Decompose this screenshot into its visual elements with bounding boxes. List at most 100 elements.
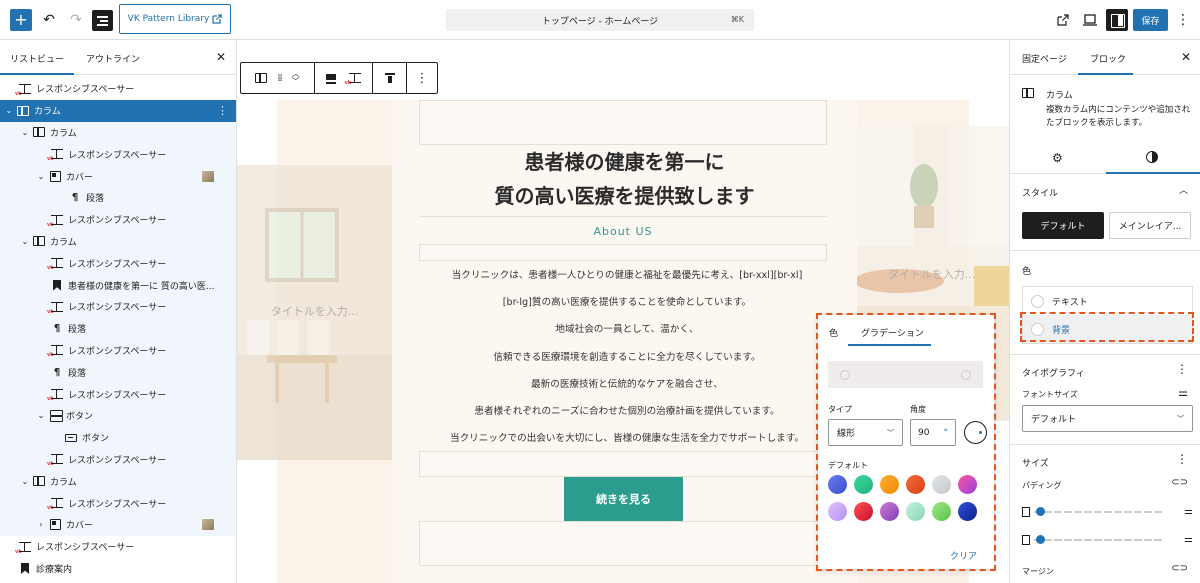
chevron-up-icon[interactable]: ︿	[1179, 183, 1188, 196]
tree-item[interactable]: 患者様の健康を第一に 質の高い医...	[0, 274, 236, 296]
tree-item-label: 診療案内	[36, 564, 73, 575]
list-view-toggle[interactable]	[92, 10, 113, 31]
tree-item[interactable]: vk レスポンシブスペーサー	[0, 383, 236, 405]
more-options-icon[interactable]: ⋮	[1175, 8, 1191, 32]
read-more-button[interactable]: 続きを見る	[564, 477, 683, 521]
tree-item[interactable]: vk レスポンシブスペーサー	[0, 78, 236, 100]
tree-item-label: ボタン	[82, 434, 110, 445]
size-section-title: サイズ	[1022, 459, 1049, 469]
tree-item[interactable]: vk レスポンシブスペーサー	[0, 536, 236, 558]
tab-block[interactable]: ブロック	[1090, 52, 1126, 65]
tab-outline[interactable]: アウトライン	[86, 52, 140, 65]
link-icon[interactable]: ⊂⊃	[1171, 477, 1188, 488]
tree-item[interactable]: vk レスポンシブスペーサー	[0, 492, 236, 514]
about-us-text[interactable]: About US	[419, 225, 827, 238]
slider-thumb[interactable]	[1036, 535, 1045, 544]
vertical-align-icon[interactable]	[325, 74, 336, 82]
tree-item[interactable]: vk レスポンシブスペーサー	[0, 143, 236, 166]
tree-item[interactable]: ⌄ カバー	[0, 165, 236, 187]
style-main-layout-button[interactable]: メインレイア...	[1109, 212, 1191, 239]
redo-icon[interactable]: ↷	[67, 8, 85, 32]
undo-icon[interactable]: ↶	[40, 8, 58, 32]
expand-chevron-icon[interactable]: ⌄	[4, 106, 14, 115]
add-block-button[interactable]: +	[10, 9, 32, 31]
body-text-line: 地域社会の一員として、温かく、	[555, 324, 699, 336]
expand-chevron-icon[interactable]: ⌄	[36, 411, 46, 420]
tree-item[interactable]: vk レスポンシブスペーサー	[0, 296, 236, 318]
style-default-button[interactable]: デフォルト	[1022, 212, 1104, 239]
typography-options-icon[interactable]: ⋮	[1176, 362, 1188, 376]
align-top-icon[interactable]	[384, 73, 395, 83]
button-icon	[64, 432, 78, 444]
expand-chevron-icon[interactable]: ⌄	[20, 128, 30, 137]
size-options-icon[interactable]: ⋮	[1176, 452, 1188, 466]
padding-bottom-slider[interactable]: ⚌	[1022, 534, 1193, 546]
spacer-block-bottom[interactable]	[419, 521, 827, 566]
vk-pattern-library-button[interactable]: VK Pattern Library	[119, 4, 231, 34]
tree-item[interactable]: ⌄ カラム ⋮	[0, 99, 236, 122]
move-up-down-icon[interactable]: ︿ ﹀	[292, 70, 300, 86]
color-text-item[interactable]: テキスト	[1023, 287, 1192, 315]
tree-item[interactable]: ⌄ カラム	[0, 121, 236, 144]
tree-item[interactable]: ¶ 段落	[0, 187, 236, 209]
spacer-block-top[interactable]	[419, 100, 827, 145]
preview-device-icon[interactable]	[1080, 8, 1100, 32]
tree-item-label: ボタン	[66, 412, 94, 423]
close-icon[interactable]: ✕	[216, 50, 226, 64]
font-size-select[interactable]: デフォルト ﹀	[1022, 405, 1193, 432]
spacer-icon: vk	[47, 453, 64, 467]
document-title-bar[interactable]: トップページ - ホームページ ⌘K	[446, 9, 754, 31]
tree-item[interactable]: ⌄ ボタン	[0, 405, 236, 427]
expand-chevron-icon[interactable]: ›	[36, 520, 46, 529]
save-button[interactable]: 保存	[1133, 9, 1168, 31]
gear-icon[interactable]: ⚙	[1052, 151, 1063, 165]
color-text-label: テキスト	[1052, 297, 1088, 308]
tree-item[interactable]: ⌄ カラム	[0, 230, 236, 253]
padding-top-slider[interactable]: ⚌	[1022, 506, 1193, 518]
view-page-icon[interactable]	[1054, 8, 1072, 32]
spacer-block-middle[interactable]	[419, 244, 827, 261]
custom-value-icon[interactable]: ⚌	[1184, 506, 1193, 517]
tab-page[interactable]: 固定ページ	[1022, 52, 1067, 65]
tab-list-view[interactable]: リストビュー	[10, 52, 64, 65]
tree-item[interactable]: ¶ 段落	[0, 361, 236, 384]
document-title: トップページ - ホームページ	[541, 16, 659, 27]
drag-handle-icon[interactable]: ⁞⁞	[277, 73, 282, 84]
item-options-icon[interactable]: ⋮	[217, 104, 228, 117]
hero-heading[interactable]: 患者様の健康を第一に 質の高い医療を提供致します	[397, 145, 852, 213]
tree-item[interactable]: ⌄ カラム	[0, 470, 236, 493]
tree-item[interactable]: › カバー	[0, 514, 236, 536]
link-icon[interactable]: ⊂⊃	[1171, 563, 1188, 574]
cover-title-placeholder-right[interactable]: タイトルを入力...	[854, 266, 1009, 282]
styles-icon[interactable]	[1146, 151, 1158, 163]
cover-image-left[interactable]: タイトルを入力...	[237, 165, 392, 460]
tree-item[interactable]: vk レスポンシブスペーサー	[0, 252, 236, 275]
settings-tabs: 固定ページ ブロック ✕	[1010, 40, 1200, 75]
close-icon[interactable]: ✕	[1181, 50, 1191, 64]
font-size-custom-icon[interactable]: ⚌	[1178, 386, 1188, 399]
tree-item[interactable]: vk レスポンシブスペーサー	[0, 448, 236, 471]
tree-item[interactable]: vk レスポンシブスペーサー	[0, 208, 236, 231]
column-icon	[32, 126, 46, 138]
tree-item[interactable]: ボタン	[0, 426, 236, 449]
expand-chevron-icon[interactable]: ⌄	[36, 172, 46, 181]
tree-item[interactable]: ¶ 段落	[0, 317, 236, 340]
tree-item-label: 段落	[86, 194, 105, 205]
body-text-line: 当クリニックでの出会いを大切にし、皆様の健康な生活を全力でサポートします。	[449, 433, 804, 445]
spacer-toolbar-icon[interactable]: vk	[345, 72, 362, 86]
expand-chevron-icon[interactable]: ⌄	[20, 237, 30, 246]
tree-item[interactable]: 診療案内	[0, 558, 236, 580]
settings-sidebar-toggle[interactable]	[1106, 9, 1128, 31]
columns-block-icon[interactable]	[255, 73, 268, 83]
column-icon	[32, 475, 46, 487]
tree-item[interactable]: vk レスポンシブスペーサー	[0, 339, 236, 362]
spacer-block-lower[interactable]	[419, 451, 827, 477]
expand-chevron-icon[interactable]: ⌄	[20, 477, 30, 486]
font-size-value: デフォルト	[1031, 415, 1077, 425]
slider-thumb[interactable]	[1036, 507, 1045, 516]
custom-value-icon[interactable]: ⚌	[1184, 534, 1193, 545]
background-highlight	[1020, 312, 1194, 342]
style-section-title[interactable]: スタイル	[1022, 186, 1058, 199]
cover-title-placeholder-left[interactable]: タイトルを入力...	[237, 303, 392, 319]
block-options-icon[interactable]: ⋮	[416, 71, 429, 86]
